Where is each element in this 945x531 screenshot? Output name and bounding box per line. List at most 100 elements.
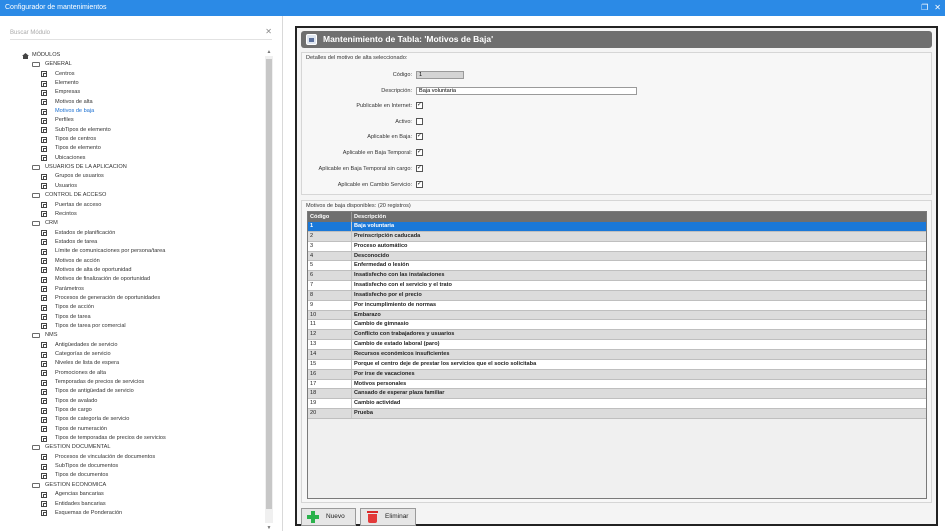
tree-item[interactable]: Tipos de cargo xyxy=(20,406,264,415)
tree-scrollbar[interactable]: ▲ ▼ xyxy=(265,49,273,531)
tree-category[interactable]: GENERAL xyxy=(20,60,264,69)
publicable-checkbox[interactable]: ✓ xyxy=(416,102,423,109)
tree-item[interactable]: Tipos de avalado xyxy=(20,397,264,406)
table-row[interactable]: 9 Por incumplimiento de normas xyxy=(308,300,926,311)
cell-descripcion: Por incumplimiento de normas xyxy=(354,301,437,308)
aplicable-temporal-checkbox[interactable]: ✓ xyxy=(416,149,423,156)
tree-item[interactable]: Motivos de alta xyxy=(20,98,264,107)
tree-item[interactable]: Centros xyxy=(20,70,264,79)
tree-item[interactable]: Motivos de finalización de oportunidad xyxy=(20,275,264,284)
tree-item[interactable]: Tipos de centros xyxy=(20,135,264,144)
tree-item[interactable]: Procesos de generación de oportunidades xyxy=(20,294,264,303)
tree-item[interactable]: Tipos de categoría de servicio xyxy=(20,415,264,424)
table-row[interactable]: 6 Insatisfecho con las instalaciones xyxy=(308,271,926,282)
tree-item[interactable]: Categorías de servicio xyxy=(20,350,264,359)
tree-item[interactable]: Tipos de numeración xyxy=(20,425,264,434)
table-row[interactable]: 14 Recursos económicos insuficientes xyxy=(308,349,926,360)
aplicable-temporal-sin-checkbox[interactable]: ✓ xyxy=(416,165,423,172)
table-row[interactable]: 5 Enfermedad o lesión xyxy=(308,261,926,272)
tree-category[interactable]: CONTROL DE ACCESO xyxy=(20,191,264,200)
tree-item[interactable]: Usuarios xyxy=(20,182,264,191)
cell-codigo: 17 xyxy=(308,379,352,389)
tree-item[interactable]: Tipos de acción xyxy=(20,303,264,312)
tree-item[interactable]: Temporadas de precios de servicios xyxy=(20,378,264,387)
clear-search-icon[interactable]: ✕ xyxy=(265,27,272,37)
tree-item[interactable]: Perfiles xyxy=(20,116,264,125)
tree-item[interactable]: Tipos de tarea por comercial xyxy=(20,322,264,331)
tree-item[interactable]: SubTipos de documentos xyxy=(20,462,264,471)
tree-item[interactable]: Esquemas de Ponderación xyxy=(20,509,264,518)
tree-item[interactable]: Ubicaciones xyxy=(20,154,264,163)
activo-checkbox[interactable] xyxy=(416,118,423,125)
tree-item[interactable]: Límite de comunicaciones por persona/tar… xyxy=(20,247,264,256)
table-row[interactable]: 16 Por irse de vacaciones xyxy=(308,369,926,380)
tree-item[interactable]: Agencias bancarias xyxy=(20,490,264,499)
tree-item[interactable]: Tipos de temporadas de precios de servic… xyxy=(20,434,264,443)
table-row[interactable]: 20 Prueba xyxy=(308,409,926,419)
scroll-down-icon[interactable]: ▼ xyxy=(265,525,273,531)
tree-item[interactable]: SubTipos de elemento xyxy=(20,126,264,135)
eliminar-button[interactable]: Eliminar xyxy=(360,508,416,526)
close-icon[interactable]: ✕ xyxy=(934,0,941,16)
table-row[interactable]: 4 Desconocido xyxy=(308,251,926,262)
table-row[interactable]: 15 Porque el centro deje de prestar los s… xyxy=(308,359,926,370)
tree-item[interactable]: Estados de tarea xyxy=(20,238,264,247)
table-row[interactable]: 8 Insatisfecho por el precio xyxy=(308,290,926,301)
descripcion-field[interactable]: Baja voluntaria xyxy=(416,87,637,95)
tree-item[interactable]: Grupos de usuarios xyxy=(20,172,264,181)
tree-item[interactable]: Procesos de vinculación de documentos xyxy=(20,453,264,462)
table-row[interactable]: 13 Cambio de estado laboral (paro) xyxy=(308,340,926,350)
tree-item[interactable]: Elemento xyxy=(20,79,264,88)
table-row[interactable]: 17 Motivos personales xyxy=(308,379,926,390)
tree-item[interactable]: Puertas de acceso xyxy=(20,201,264,210)
tree-item[interactable]: Estados de planificación xyxy=(20,229,264,238)
aplicable-baja-checkbox[interactable]: ✓ xyxy=(416,133,423,140)
column-header-codigo[interactable]: Código xyxy=(308,212,352,222)
table-row[interactable]: 7 Insatisfecho con el servicio y el trato xyxy=(308,281,926,291)
tree-item[interactable]: Tipos de tarea xyxy=(20,313,264,322)
tree-item[interactable]: Parámetros xyxy=(20,285,264,294)
table-row[interactable]: 19 Cambio actividad xyxy=(308,399,926,410)
table-row[interactable]: 10 Embarazo xyxy=(308,310,926,321)
table-row[interactable]: 12 Conflicto con trabajadores y usuarios xyxy=(308,330,926,341)
tree-item[interactable]: Tipos de documentos xyxy=(20,471,264,480)
document-icon xyxy=(41,136,47,143)
tree-item[interactable]: Tipos de antigüedad de servicio xyxy=(20,387,264,396)
tree-item[interactable]: Motivos de baja xyxy=(20,107,264,116)
aplicable-cambio-checkbox[interactable]: ✓ xyxy=(416,181,423,188)
tree-item[interactable]: Tipos de elemento xyxy=(20,144,264,153)
tree-item[interactable]: Empresas xyxy=(20,88,264,97)
tree-category[interactable]: GESTION ECONOMICA xyxy=(20,481,264,490)
tree-category[interactable]: CRM xyxy=(20,219,264,228)
table-row[interactable]: 1 Baja voluntaria xyxy=(308,222,926,232)
cell-codigo: 12 xyxy=(308,330,352,340)
tree-item[interactable]: Entidades bancarias xyxy=(20,500,264,509)
nuevo-button[interactable]: Nuevo xyxy=(301,508,356,526)
tree-category[interactable]: NMS xyxy=(20,331,264,340)
tree-item-label: Tipos de cargo xyxy=(55,407,92,414)
scrollbar-thumb[interactable] xyxy=(266,59,272,509)
table-row[interactable]: 11 Cambio de gimnasio xyxy=(308,320,926,331)
codigo-field[interactable]: 1 xyxy=(416,71,464,79)
tree-item[interactable]: Motivos de alta de oportunidad xyxy=(20,266,264,275)
module-search[interactable]: Buscar Módulo ✕ xyxy=(10,27,272,40)
tree-item[interactable]: Recintos xyxy=(20,210,264,219)
tree-root[interactable]: MÓDULOS xyxy=(20,51,264,60)
tree-item-label: Motivos de baja xyxy=(55,108,95,115)
column-header-descripcion[interactable]: Descripción xyxy=(352,212,926,222)
tree-item[interactable]: Antigüedades de servicio xyxy=(20,341,264,350)
tree-item[interactable]: Motivos de acción xyxy=(20,257,264,266)
tree-item[interactable]: Niveles de lista de espera xyxy=(20,359,264,368)
table-row[interactable]: 3 Proceso automático xyxy=(308,241,926,252)
tree-category[interactable]: USUARIOS DE LA APLICACION xyxy=(20,163,264,172)
folder-icon xyxy=(32,221,40,227)
tree-item-label: Niveles de lista de espera xyxy=(55,360,120,367)
scroll-up-icon[interactable]: ▲ xyxy=(265,49,273,55)
tree-item[interactable]: Promociones de alta xyxy=(20,369,264,378)
search-input[interactable]: Buscar Módulo xyxy=(10,30,50,36)
table-row[interactable]: 2 Preinscripción caducada xyxy=(308,231,926,242)
tree-item-label: Parámetros xyxy=(55,285,84,292)
table-row[interactable]: 18 Cansado de esperar plaza familiar xyxy=(308,389,926,400)
restore-icon[interactable]: ❐ xyxy=(921,0,928,16)
tree-category[interactable]: GESTION DOCUMENTAL xyxy=(20,443,264,452)
